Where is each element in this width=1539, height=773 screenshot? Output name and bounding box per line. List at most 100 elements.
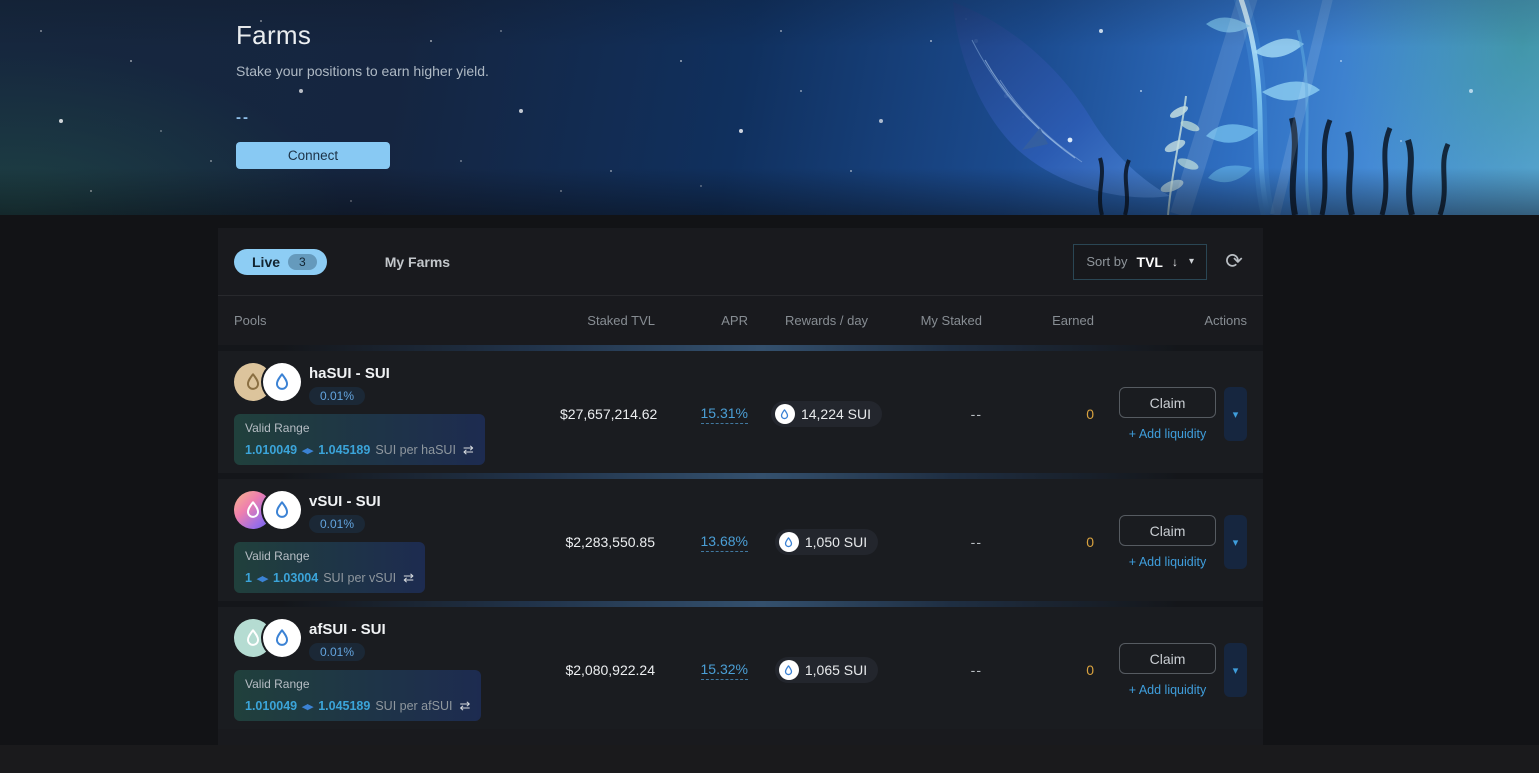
- expand-row-button[interactable]: ▾: [1224, 515, 1247, 569]
- range-unit-label: SUI per haSUI: [375, 443, 456, 457]
- chevron-down-icon: ▾: [1189, 256, 1194, 267]
- sui-token-icon: [263, 363, 301, 401]
- pool-pair-name: afSUI - SUI: [309, 619, 386, 638]
- col-pools: Pools: [234, 313, 560, 328]
- range-arrow-icon: ◂▸: [257, 572, 268, 585]
- tab-my-farms[interactable]: My Farms: [385, 254, 450, 270]
- earned-value: 0: [982, 406, 1094, 422]
- live-count-badge: 3: [288, 254, 317, 270]
- range-max-value: 1.045189: [318, 699, 370, 713]
- col-staked-tvl: Staked TVL: [560, 313, 655, 328]
- token-pair-icons: [234, 619, 301, 657]
- col-actions: Actions: [1094, 313, 1247, 328]
- swap-direction-icon[interactable]: ⇄: [459, 698, 470, 714]
- rewards-per-day-value: 1,050 SUI: [805, 534, 867, 550]
- footer-strip: [0, 745, 1539, 773]
- token-pair-icons: [234, 491, 301, 529]
- range-min-value: 1.010049: [245, 443, 297, 457]
- apr-value[interactable]: 15.31%: [701, 405, 748, 424]
- actions-cell: Claim + Add liquidity ▾: [1094, 387, 1247, 441]
- sui-reward-icon: [775, 404, 795, 424]
- range-min-value: 1.010049: [245, 699, 297, 713]
- light-rays-icon: [1180, 0, 1330, 215]
- col-earned: Earned: [982, 313, 1094, 328]
- pool-pair-name: vSUI - SUI: [309, 491, 381, 510]
- connect-wallet-button[interactable]: Connect: [236, 142, 390, 169]
- farm-row: vSUI - SUI 0.01% Valid Range 1 ◂▸ 1.0300…: [218, 473, 1263, 601]
- tab-live[interactable]: Live 3: [234, 249, 327, 275]
- sui-reward-icon: [779, 532, 799, 552]
- apr-value[interactable]: 15.32%: [701, 661, 748, 680]
- swap-direction-icon[interactable]: ⇄: [463, 442, 474, 458]
- underwater-illustration: [0, 0, 1539, 215]
- expand-row-button[interactable]: ▾: [1224, 387, 1247, 441]
- range-arrow-icon: ◂▸: [302, 444, 313, 457]
- add-liquidity-link[interactable]: + Add liquidity: [1129, 427, 1206, 441]
- pool-cell: vSUI - SUI 0.01% Valid Range 1 ◂▸ 1.0300…: [234, 491, 560, 593]
- token-pair-icons: [234, 363, 301, 401]
- rewards-cell: 1,050 SUI: [748, 529, 905, 555]
- rewards-per-day-value: 1,065 SUI: [805, 662, 867, 678]
- my-staked-value: --: [905, 534, 982, 550]
- sort-direction-icon: ↓: [1172, 255, 1178, 269]
- stars-decoration: [0, 0, 2, 2]
- page-subtitle: Stake your positions to earn higher yiel…: [236, 63, 756, 79]
- range-max-value: 1.03004: [273, 571, 318, 585]
- sort-dropdown[interactable]: Sort by TVL ↓ ▾: [1073, 244, 1207, 280]
- pool-pair-name: haSUI - SUI: [309, 363, 390, 382]
- range-unit-label: SUI per vSUI: [323, 571, 396, 585]
- valid-range-label: Valid Range: [245, 677, 470, 691]
- sui-token-icon: [263, 491, 301, 529]
- staked-tvl-value: $2,080,922.24: [560, 662, 655, 678]
- col-apr: APR: [655, 313, 748, 328]
- range-min-value: 1: [245, 571, 252, 585]
- table-header: Pools Staked TVL APR Rewards / day My St…: [218, 295, 1263, 345]
- claim-button[interactable]: Claim: [1119, 387, 1216, 418]
- add-liquidity-link[interactable]: + Add liquidity: [1129, 555, 1206, 569]
- fee-tier-badge: 0.01%: [309, 387, 365, 405]
- rewards-cell: 1,065 SUI: [748, 657, 905, 683]
- apr-value[interactable]: 13.68%: [701, 533, 748, 552]
- my-staked-value: --: [905, 662, 982, 678]
- valid-range-label: Valid Range: [245, 421, 474, 435]
- valid-range-box: Valid Range 1.010049 ◂▸ 1.045189 SUI per…: [234, 670, 481, 721]
- hero-content: Farms Stake your positions to earn highe…: [236, 20, 756, 169]
- actions-cell: Claim + Add liquidity ▾: [1094, 643, 1247, 697]
- page-title: Farms: [236, 20, 756, 51]
- sui-reward-icon: [779, 660, 799, 680]
- refresh-button[interactable]: ⟳: [1221, 249, 1247, 275]
- fee-tier-badge: 0.01%: [309, 515, 365, 533]
- rewards-cell: 14,224 SUI: [748, 401, 905, 427]
- fee-tier-badge: 0.01%: [309, 643, 365, 661]
- range-unit-label: SUI per afSUI: [375, 699, 452, 713]
- staked-tvl-value: $27,657,214.62: [560, 406, 655, 422]
- earned-value: 0: [982, 662, 1094, 678]
- sort-value: TVL: [1137, 254, 1163, 270]
- range-arrow-icon: ◂▸: [302, 700, 313, 713]
- farms-panel: Live 3 My Farms Sort by TVL ↓ ▾ ⟳ Pools …: [218, 228, 1263, 745]
- farm-rows: haSUI - SUI 0.01% Valid Range 1.010049 ◂…: [218, 345, 1263, 729]
- rewards-pill: 14,224 SUI: [771, 401, 882, 427]
- col-rewards-day: Rewards / day: [748, 313, 905, 328]
- rewards-pill: 1,065 SUI: [775, 657, 878, 683]
- tab-live-label: Live: [252, 254, 280, 270]
- wallet-balance-placeholder: --: [236, 109, 756, 126]
- actions-cell: Claim + Add liquidity ▾: [1094, 515, 1247, 569]
- sui-token-icon: [263, 619, 301, 657]
- rewards-pill: 1,050 SUI: [775, 529, 878, 555]
- staked-tvl-value: $2,283,550.85: [560, 534, 655, 550]
- seaweed-sprig-icon: [1159, 96, 1201, 215]
- expand-row-button[interactable]: ▾: [1224, 643, 1247, 697]
- tab-bar: Live 3 My Farms Sort by TVL ↓ ▾ ⟳: [218, 228, 1263, 295]
- valid-range-box: Valid Range 1.010049 ◂▸ 1.045189 SUI per…: [234, 414, 485, 465]
- add-liquidity-link[interactable]: + Add liquidity: [1129, 683, 1206, 697]
- valid-range-label: Valid Range: [245, 549, 414, 563]
- swap-direction-icon[interactable]: ⇄: [403, 570, 414, 586]
- claim-button[interactable]: Claim: [1119, 643, 1216, 674]
- sort-by-label: Sort by: [1086, 254, 1127, 269]
- pool-cell: haSUI - SUI 0.01% Valid Range 1.010049 ◂…: [234, 363, 560, 465]
- valid-range-box: Valid Range 1 ◂▸ 1.03004 SUI per vSUI ⇄: [234, 542, 425, 593]
- hero-banner: Farms Stake your positions to earn highe…: [0, 0, 1539, 215]
- farm-row: haSUI - SUI 0.01% Valid Range 1.010049 ◂…: [218, 345, 1263, 473]
- claim-button[interactable]: Claim: [1119, 515, 1216, 546]
